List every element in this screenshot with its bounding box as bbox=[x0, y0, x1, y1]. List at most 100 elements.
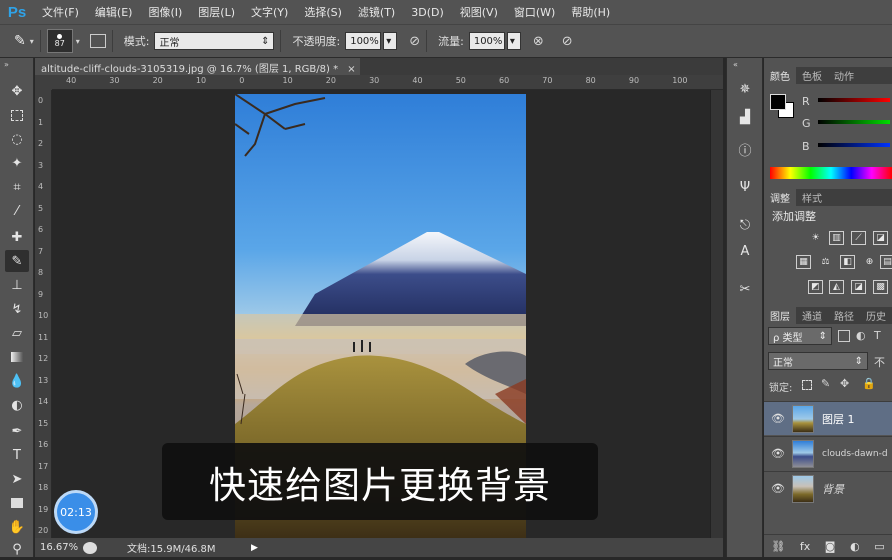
layer-row-clouds[interactable]: 👁 clouds-dawn-d bbox=[764, 436, 892, 470]
new-fill-layer-icon[interactable]: ◐ bbox=[850, 540, 860, 553]
dock-collapse-icon[interactable]: « bbox=[733, 60, 738, 69]
menu-select[interactable]: 选择(S) bbox=[296, 4, 350, 20]
tab-history[interactable]: 历史 bbox=[860, 307, 892, 324]
menu-type[interactable]: 文字(Y) bbox=[243, 4, 296, 20]
vibrance-icon[interactable]: ▦ bbox=[796, 255, 811, 269]
lock-all-icon[interactable]: 🔒 bbox=[862, 377, 876, 390]
brush-tool-icon[interactable]: ✎ bbox=[14, 33, 26, 49]
menu-edit[interactable]: 编辑(E) bbox=[87, 4, 141, 20]
brush-picker-chevron-icon[interactable]: ▾ bbox=[76, 37, 80, 46]
visibility-eye-icon[interactable]: 👁 bbox=[764, 412, 792, 425]
brightness-icon[interactable]: ☀ bbox=[808, 231, 823, 245]
tab-adjustments[interactable]: 调整 bbox=[764, 189, 796, 206]
close-tab-icon[interactable]: × bbox=[347, 64, 355, 75]
gradient-map-icon[interactable]: ▩ bbox=[873, 280, 888, 294]
character-panel-icon[interactable]: A bbox=[734, 240, 756, 262]
layer-filter-kind-select[interactable]: ρ 类型 ⇕ bbox=[768, 327, 832, 345]
link-layers-icon[interactable]: ⛓ bbox=[771, 540, 785, 553]
layer-name[interactable]: 图层 1 bbox=[822, 411, 855, 427]
tool-preset-chevron-icon[interactable]: ▾ bbox=[30, 37, 34, 46]
lock-transparent-icon[interactable] bbox=[802, 380, 812, 390]
add-mask-icon[interactable]: ◙ bbox=[825, 540, 836, 553]
gradient-tool-icon[interactable] bbox=[5, 346, 29, 368]
layer-row-layer1[interactable]: 👁 图层 1 bbox=[764, 401, 892, 435]
opacity-input[interactable]: 100% bbox=[345, 32, 382, 50]
tab-color[interactable]: 颜色 bbox=[764, 67, 796, 84]
eyedropper-tool-icon[interactable]: ⁄ bbox=[5, 200, 29, 222]
visibility-eye-icon[interactable]: 👁 bbox=[764, 482, 792, 495]
airbrush-icon[interactable]: ⊗ bbox=[533, 34, 544, 49]
blur-tool-icon[interactable]: 💧 bbox=[5, 370, 29, 392]
foreground-color-swatch[interactable] bbox=[770, 94, 786, 110]
eraser-tool-icon[interactable]: ▱ bbox=[5, 322, 29, 344]
visibility-eye-icon[interactable]: 👁 bbox=[764, 447, 792, 460]
crop-tool-icon[interactable]: ⌗ bbox=[5, 176, 29, 198]
ruler-origin[interactable] bbox=[35, 75, 52, 90]
clone-source-icon[interactable]: ⎋ bbox=[734, 214, 756, 236]
color-spectrum-bar[interactable] bbox=[770, 167, 892, 179]
levels-icon[interactable]: ▥ bbox=[829, 231, 844, 245]
tab-swatches[interactable]: 色板 bbox=[796, 67, 828, 84]
rectangle-tool-icon[interactable] bbox=[5, 492, 29, 514]
layer-style-icon[interactable]: fx bbox=[800, 540, 810, 553]
path-selection-tool-icon[interactable]: ➤ bbox=[5, 468, 29, 490]
menu-layer[interactable]: 图层(L) bbox=[190, 4, 243, 20]
photo-filter-icon[interactable]: ⊕ bbox=[862, 255, 877, 269]
filter-pixel-icon[interactable] bbox=[838, 330, 850, 342]
exposure-icon[interactable]: ◪ bbox=[873, 231, 888, 245]
blend-mode-select[interactable]: 正常 ⇕ bbox=[768, 352, 868, 370]
filter-adjust-icon[interactable]: ◐ bbox=[856, 329, 866, 342]
red-slider[interactable] bbox=[818, 98, 890, 102]
green-slider[interactable] bbox=[818, 120, 890, 124]
vertical-scrollbar[interactable] bbox=[710, 90, 723, 538]
tab-paths[interactable]: 路径 bbox=[828, 307, 860, 324]
blue-slider[interactable] bbox=[818, 143, 890, 147]
ruler-horizontal[interactable]: 40 30 20 10 0 10 20 30 40 50 60 70 80 90 100 bbox=[52, 75, 723, 90]
channel-mixer-icon[interactable]: ▤ bbox=[880, 255, 892, 269]
brush-tool-icon[interactable]: ✎ bbox=[5, 250, 29, 272]
brush-panel-toggle-icon[interactable] bbox=[89, 34, 106, 48]
flow-slider-button[interactable]: ▾ bbox=[506, 32, 521, 50]
menu-window[interactable]: 窗口(W) bbox=[506, 4, 563, 20]
lock-pixels-icon[interactable]: ✎ bbox=[821, 377, 830, 390]
status-info-icon[interactable] bbox=[83, 541, 97, 554]
menu-file[interactable]: 文件(F) bbox=[34, 4, 87, 20]
clone-stamp-tool-icon[interactable]: ⊥ bbox=[5, 274, 29, 296]
marquee-tool-icon[interactable] bbox=[5, 104, 29, 126]
lasso-tool-icon[interactable]: ◌ bbox=[5, 128, 29, 150]
menu-view[interactable]: 视图(V) bbox=[452, 4, 506, 20]
curves-icon[interactable]: ⟋ bbox=[851, 231, 866, 245]
zoom-level[interactable]: 16.67% bbox=[35, 542, 83, 553]
menu-filter[interactable]: 滤镜(T) bbox=[350, 4, 403, 20]
pen-tool-icon[interactable]: ✒ bbox=[5, 420, 29, 442]
ruler-vertical[interactable]: 0 1 2 3 4 5 6 7 8 9 10 11 12 13 14 15 16 17 18 19 20 bbox=[35, 90, 52, 538]
healing-brush-tool-icon[interactable]: ✚ bbox=[5, 226, 29, 248]
history-panel-icon[interactable]: ✵ bbox=[734, 78, 756, 100]
pressure-opacity-icon[interactable]: ⊘ bbox=[409, 34, 420, 49]
pressure-size-icon[interactable]: ⊘ bbox=[562, 34, 573, 49]
status-menu-arrow-icon[interactable]: ▶ bbox=[251, 543, 258, 553]
tab-layers[interactable]: 图层 bbox=[764, 307, 796, 324]
info-panel-icon[interactable]: ⓘ bbox=[734, 138, 756, 160]
tab-channels[interactable]: 通道 bbox=[796, 307, 828, 324]
menu-image[interactable]: 图像(I) bbox=[140, 4, 190, 20]
hand-tool-icon[interactable]: ✋ bbox=[5, 516, 29, 538]
tool-presets-icon[interactable]: ✂ bbox=[734, 278, 756, 300]
tools-collapse-icon[interactable]: » bbox=[4, 60, 9, 69]
invert-icon[interactable]: ◩ bbox=[808, 280, 823, 294]
flow-input[interactable]: 100% bbox=[468, 32, 505, 50]
threshold-icon[interactable]: ◪ bbox=[851, 280, 866, 294]
tab-actions[interactable]: 动作 bbox=[828, 67, 860, 84]
layer-name[interactable]: clouds-dawn-d bbox=[822, 449, 888, 459]
mode-select[interactable]: 正常 ⇕ bbox=[154, 32, 275, 50]
menu-3d[interactable]: 3D(D) bbox=[403, 6, 452, 19]
new-group-icon[interactable]: ▭ bbox=[874, 540, 884, 553]
document-tab[interactable]: altitude-cliff-clouds-3105319.jpg @ 16.7… bbox=[35, 58, 360, 75]
brush-preset-picker[interactable]: 87 bbox=[46, 29, 73, 53]
layer-row-background[interactable]: 👁 背景 bbox=[764, 471, 892, 505]
menu-help[interactable]: 帮助(H) bbox=[563, 4, 618, 20]
color-balance-icon[interactable]: ⚖ bbox=[818, 255, 833, 269]
type-tool-icon[interactable]: T bbox=[5, 444, 29, 466]
black-white-icon[interactable]: ◧ bbox=[840, 255, 855, 269]
quick-selection-tool-icon[interactable]: ✦ bbox=[5, 152, 29, 174]
